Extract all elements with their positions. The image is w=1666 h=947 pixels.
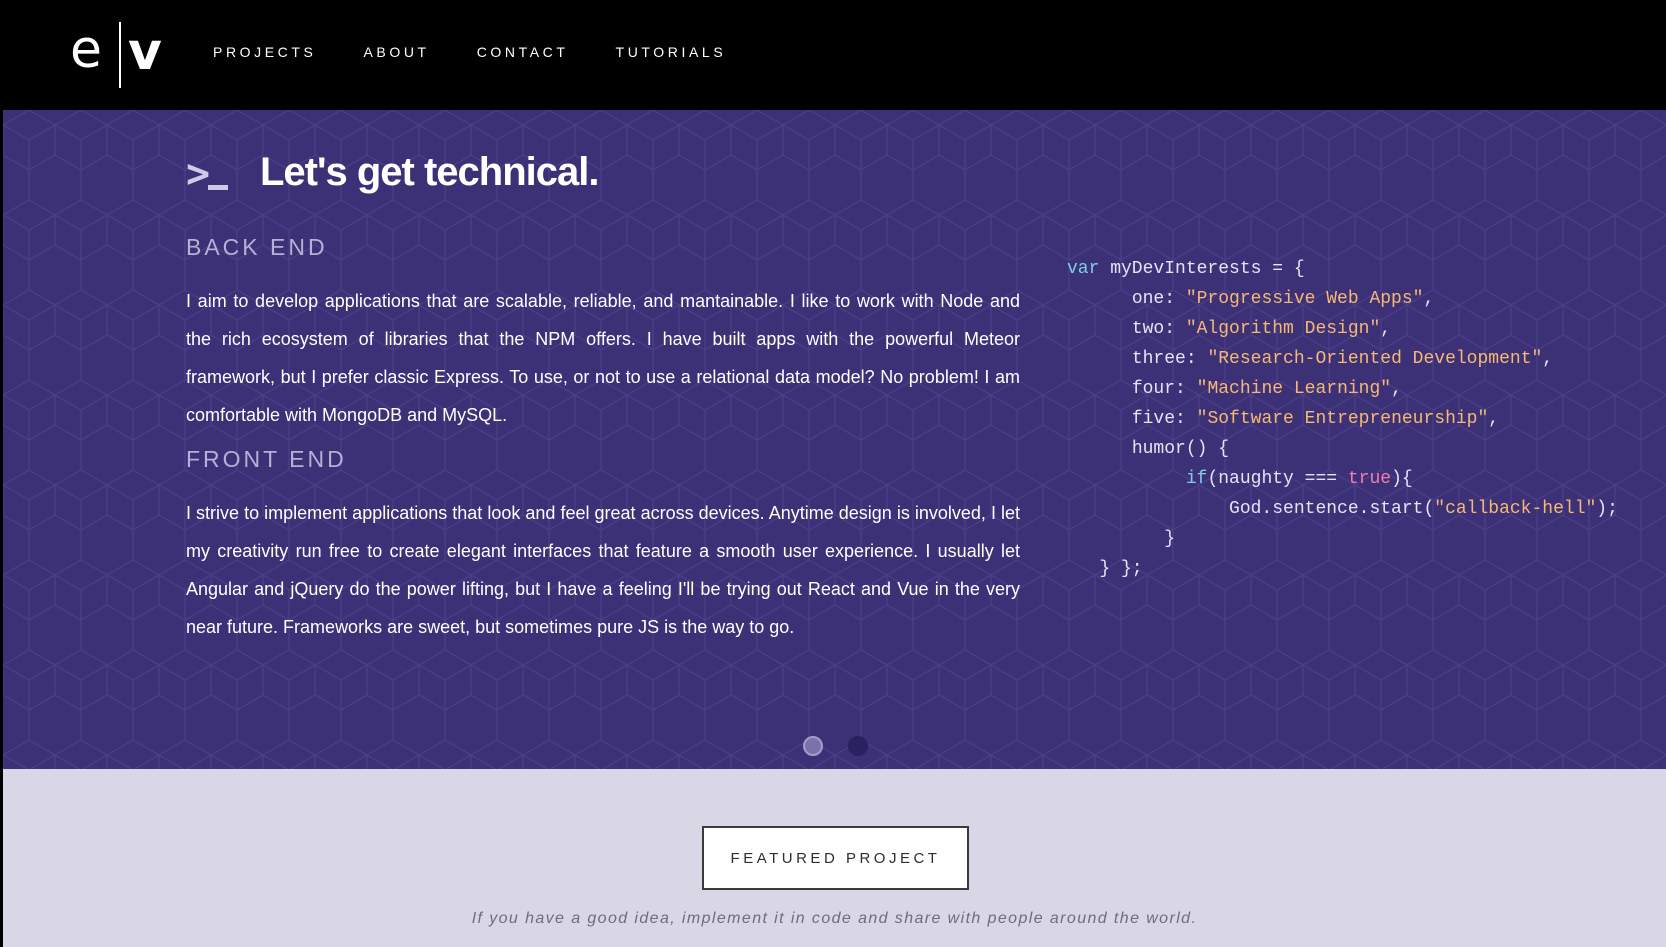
code-true-keyword: true <box>1347 469 1392 489</box>
section-title: Let's get technical. <box>260 150 599 194</box>
code-var-keyword: var <box>1067 259 1100 279</box>
code-entry-key: four <box>1131 379 1176 399</box>
featured-project-button[interactable]: FEATURED PROJECT <box>702 826 969 890</box>
frontend-heading: FRONT END <box>186 446 347 472</box>
logo-divider <box>119 22 121 88</box>
code-entry-key: five <box>1131 409 1176 429</box>
technical-section: > Let's get technical. BACK END I aim to… <box>3 110 1666 769</box>
navbar: e v PROJECTS ABOUT CONTACT TUTORIALS <box>0 0 1666 110</box>
code-call-suffix: ); <box>1596 499 1618 519</box>
logo-letter-e: e <box>70 20 102 80</box>
logo-letter-v: v <box>128 22 162 82</box>
code-close-outer: } }; <box>1099 559 1143 579</box>
nav-projects[interactable]: PROJECTS <box>213 44 316 60</box>
featured-tagline: If you have a good idea, implement it in… <box>471 910 1198 927</box>
backend-paragraph: I aim to develop applications that are s… <box>186 291 1020 425</box>
code-close-inner: } <box>1164 529 1176 549</box>
code-entry-key: two <box>1131 319 1165 339</box>
code-if-close: ){ <box>1391 469 1413 489</box>
nav-contact[interactable]: CONTACT <box>477 44 569 60</box>
main-nav: PROJECTS ABOUT CONTACT TUTORIALS <box>213 44 773 60</box>
carousel-indicators <box>803 736 893 756</box>
code-if-condition: (naughty === <box>1207 469 1348 489</box>
backend-heading: BACK END <box>186 234 328 260</box>
code-entry-value: "Machine Learning" <box>1196 379 1392 399</box>
frontend-paragraph: I strive to implement applications that … <box>186 503 1020 637</box>
code-call-arg: "callback-hell" <box>1434 499 1597 519</box>
code-if-keyword: if <box>1185 469 1208 489</box>
nav-about[interactable]: ABOUT <box>363 44 429 60</box>
code-entry-value: "Progressive Web Apps" <box>1185 289 1424 309</box>
nav-tutorials[interactable]: TUTORIALS <box>616 44 727 60</box>
carousel-dot-1[interactable] <box>803 736 823 756</box>
code-humor-line: humor() { <box>1131 439 1230 459</box>
code-entry-key: one <box>1131 289 1165 309</box>
code-entry-key: three <box>1131 349 1186 369</box>
code-entry-value: "Algorithm Design" <box>1185 319 1381 339</box>
featured-section: FEATURED PROJECT If you have a good idea… <box>3 769 1666 947</box>
code-var-name: myDevInterests = { <box>1099 259 1305 279</box>
code-call-prefix: God.sentence.start( <box>1229 499 1435 519</box>
site-logo[interactable]: e v <box>70 20 170 90</box>
code-entry-value: "Research-Oriented Development" <box>1207 349 1543 369</box>
code-snippet: var myDevInterests = { one: "Progressive… <box>1067 259 1618 579</box>
code-entry-value: "Software Entrepreneurship" <box>1196 409 1489 429</box>
carousel-dot-2[interactable] <box>848 736 868 756</box>
